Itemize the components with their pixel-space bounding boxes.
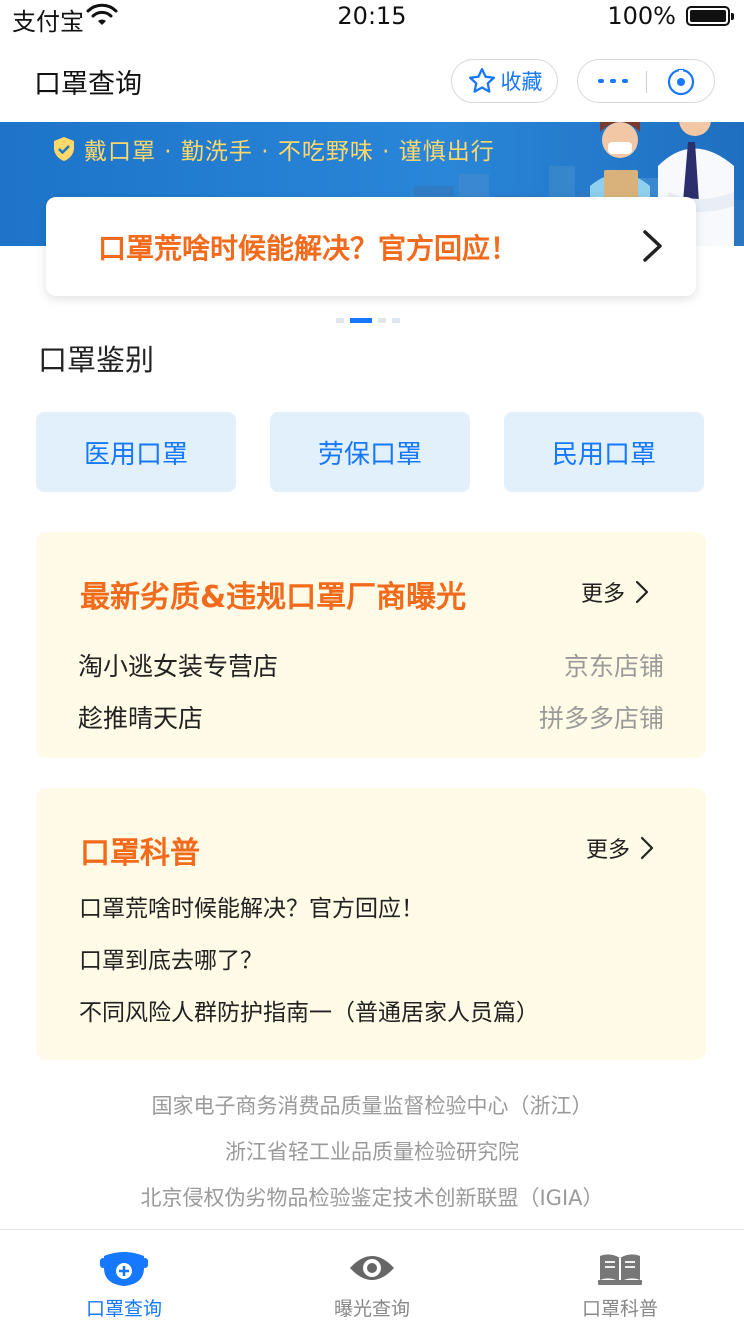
nav-bar: 口罩查询 收藏 bbox=[0, 34, 744, 122]
store-platform: 京东店铺 bbox=[563, 652, 664, 681]
tab-label: 曝光查询 bbox=[333, 1298, 410, 1320]
science-title: 口罩科普 bbox=[80, 836, 200, 871]
headline-text: 口罩荒啥时候能解决？官方回应！ bbox=[98, 232, 519, 265]
tab-label: 口罩查询 bbox=[85, 1298, 162, 1320]
eye-icon bbox=[350, 1256, 394, 1280]
battery-percent: 100% bbox=[607, 2, 676, 30]
store-platform: 拼多多店铺 bbox=[538, 704, 664, 733]
org-label: 北京侵权伪劣物品检验鉴定技术创新联盟（IGIA） bbox=[140, 1186, 604, 1210]
chevron-right-icon bbox=[643, 230, 662, 262]
tab-exposure-query[interactable]: 曝光查询 bbox=[248, 1230, 496, 1326]
org-label: 浙江省轻工业品质量检验研究院 bbox=[225, 1140, 519, 1164]
slogan: 戴口罩 · 勤洗手 · 不吃野味 · 谨慎出行 bbox=[52, 132, 495, 166]
shield-check-icon bbox=[54, 137, 74, 161]
org-label: 国家电子商务消费品质量监督检验中心（浙江） bbox=[151, 1094, 593, 1118]
slogan-text: 戴口罩 · 勤洗手 · 不吃野味 · 谨慎出行 bbox=[84, 139, 495, 165]
tab-bar: 口罩查询 曝光查询 口罩科普 bbox=[0, 1229, 744, 1326]
headline-card[interactable]: 口罩荒啥时候能解决？官方回应！ bbox=[46, 197, 696, 296]
chevron-right-icon bbox=[635, 580, 649, 604]
exposure-more-link[interactable]: 更多 bbox=[581, 576, 649, 608]
carousel-indicator bbox=[336, 318, 400, 323]
favorite-button[interactable]: 收藏 bbox=[451, 59, 558, 103]
carousel-dot bbox=[336, 318, 344, 323]
labor-mask-button[interactable]: 劳保口罩 bbox=[270, 412, 470, 492]
article-link[interactable]: 口罩到底去哪了？ bbox=[79, 941, 263, 975]
chevron-right-icon bbox=[640, 836, 654, 860]
close-app-icon[interactable] bbox=[666, 67, 696, 97]
medical-mask-button[interactable]: 医用口罩 bbox=[36, 412, 236, 492]
civil-mask-button[interactable]: 民用口罩 bbox=[504, 412, 704, 492]
more-label: 更多 bbox=[581, 582, 626, 607]
mini-app-capsule bbox=[577, 59, 715, 103]
article-link[interactable]: 口罩荒啥时候能解决？官方回应！ bbox=[79, 889, 424, 923]
mask-query-icon bbox=[100, 1252, 148, 1286]
carousel-dot bbox=[378, 318, 386, 323]
store-name[interactable]: 淘小逃女装专营店 bbox=[78, 647, 278, 683]
science-more-link[interactable]: 更多 bbox=[586, 832, 654, 864]
capsule-divider bbox=[646, 71, 647, 93]
tab-mask-query[interactable]: 口罩查询 bbox=[0, 1230, 248, 1326]
exposure-title: 最新劣质&违规口罩厂商曝光 bbox=[80, 580, 467, 615]
favorite-label: 收藏 bbox=[500, 70, 543, 94]
star-icon bbox=[468, 68, 495, 93]
exposure-card: 最新劣质&违规口罩厂商曝光 更多 淘小逃女装专营店 京东店铺 趁推晴天店 拼多多… bbox=[36, 532, 706, 758]
tab-mask-science[interactable]: 口罩科普 bbox=[496, 1230, 744, 1326]
carousel-dot-active bbox=[350, 318, 372, 323]
status-bar: 支付宝 20:15 100% bbox=[0, 0, 744, 36]
science-card: 口罩科普 更多 口罩荒啥时候能解决？官方回应！ 口罩到底去哪了？ 不同风险人群防… bbox=[36, 788, 706, 1060]
article-link[interactable]: 不同风险人群防护指南一（普通居家人员篇） bbox=[79, 993, 539, 1027]
battery-icon bbox=[686, 6, 734, 26]
more-options-icon[interactable] bbox=[598, 67, 628, 95]
identify-section-title: 口罩鉴别 bbox=[38, 343, 155, 377]
store-name[interactable]: 趁推晴天店 bbox=[78, 699, 203, 735]
page-title: 口罩查询 bbox=[34, 69, 142, 100]
more-label: 更多 bbox=[586, 838, 631, 863]
tab-label: 口罩科普 bbox=[581, 1298, 658, 1320]
book-icon bbox=[598, 1254, 642, 1285]
carousel-dot bbox=[392, 318, 400, 323]
